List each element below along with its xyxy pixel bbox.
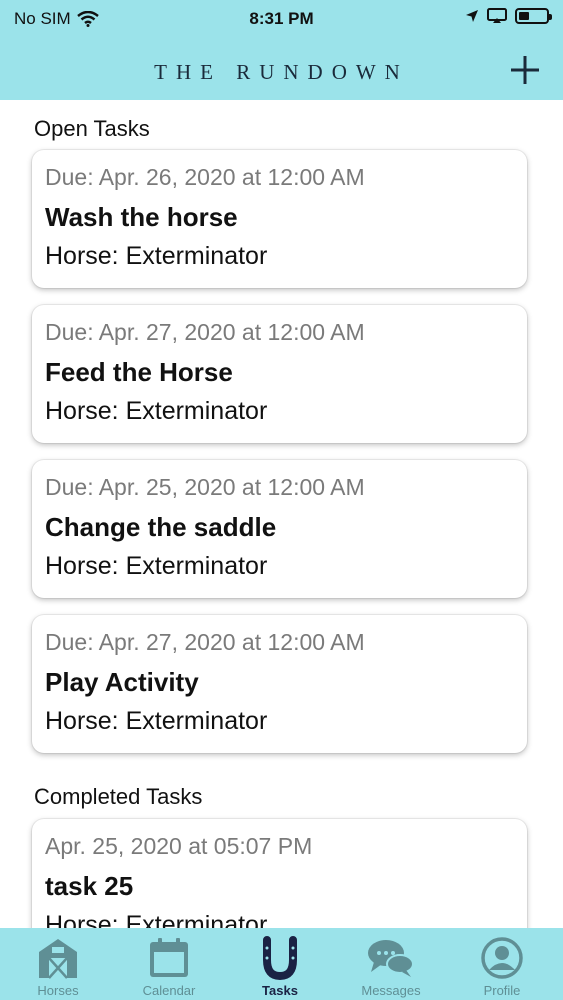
profile-icon: [481, 937, 523, 979]
task-title: Feed the Horse: [45, 357, 233, 387]
screen-mirroring-icon: [487, 8, 507, 23]
task-title: Wash the horse: [45, 202, 238, 232]
tab-label: Tasks: [262, 983, 298, 998]
task-horse: Horse: Exterminator: [45, 707, 268, 735]
completed-tasks-heading: Completed Tasks: [34, 784, 203, 809]
status-right: [465, 8, 552, 24]
calendar-icon: [150, 938, 188, 977]
task-card[interactable]: Due: Apr. 27, 2020 at 12:00 AM Play Acti…: [32, 615, 527, 753]
nav-header: THE RUNDOWN: [0, 38, 563, 100]
add-task-button[interactable]: [507, 52, 543, 88]
task-horse: Horse: Exterminator: [45, 911, 268, 928]
task-card[interactable]: Due: Apr. 25, 2020 at 12:00 AM Change th…: [32, 460, 527, 598]
tab-label: Messages: [361, 983, 421, 998]
horseshoe-icon: [263, 936, 297, 981]
tab-horses[interactable]: Horses: [2, 928, 114, 1000]
task-card[interactable]: Due: Apr. 26, 2020 at 12:00 AM Wash the …: [32, 150, 527, 288]
task-due-date: Due: Apr. 27, 2020 at 12:00 AM: [45, 629, 365, 655]
tab-calendar[interactable]: Calendar: [113, 928, 225, 1000]
tasks-list[interactable]: Open Tasks Due: Apr. 26, 2020 at 12:00 A…: [0, 100, 563, 928]
tab-label: Calendar: [142, 983, 196, 998]
task-title: task 25: [45, 871, 134, 901]
tab-profile[interactable]: Profile: [446, 928, 558, 1000]
completed-task-card[interactable]: Apr. 25, 2020 at 05:07 PM task 25 Horse:…: [32, 819, 527, 928]
barn-icon: [39, 939, 77, 979]
tab-messages[interactable]: Messages: [335, 928, 447, 1000]
status-bar: No SIM 8:31 PM: [0, 0, 563, 38]
task-due-date: Due: Apr. 26, 2020 at 12:00 AM: [45, 164, 365, 190]
app-title: THE RUNDOWN: [154, 60, 409, 84]
task-horse: Horse: Exterminator: [45, 552, 268, 580]
tab-label: Profile: [483, 983, 521, 998]
task-horse: Horse: Exterminator: [45, 397, 268, 425]
location-arrow-icon: [466, 10, 478, 22]
task-card[interactable]: Due: Apr. 27, 2020 at 12:00 AM Feed the …: [32, 305, 527, 443]
task-completed-date: Apr. 25, 2020 at 05:07 PM: [45, 833, 313, 859]
chat-bubbles-icon: [368, 940, 414, 977]
task-due-date: Due: Apr. 27, 2020 at 12:00 AM: [45, 319, 365, 345]
open-tasks-heading: Open Tasks: [34, 116, 150, 141]
tab-tasks[interactable]: Tasks: [224, 928, 336, 1000]
task-horse: Horse: Exterminator: [45, 242, 268, 270]
task-title: Play Activity: [45, 667, 199, 697]
battery-icon: [515, 8, 552, 24]
tab-bar: Horses Calendar Tasks Messages Profile: [0, 928, 563, 1000]
phone-screen: No SIM 8:31 PM THE RUNDOWN Open Tasks Du…: [0, 0, 563, 1000]
task-title: Change the saddle: [45, 512, 277, 542]
task-due-date: Due: Apr. 25, 2020 at 12:00 AM: [45, 474, 365, 500]
tab-label: Horses: [37, 983, 79, 998]
